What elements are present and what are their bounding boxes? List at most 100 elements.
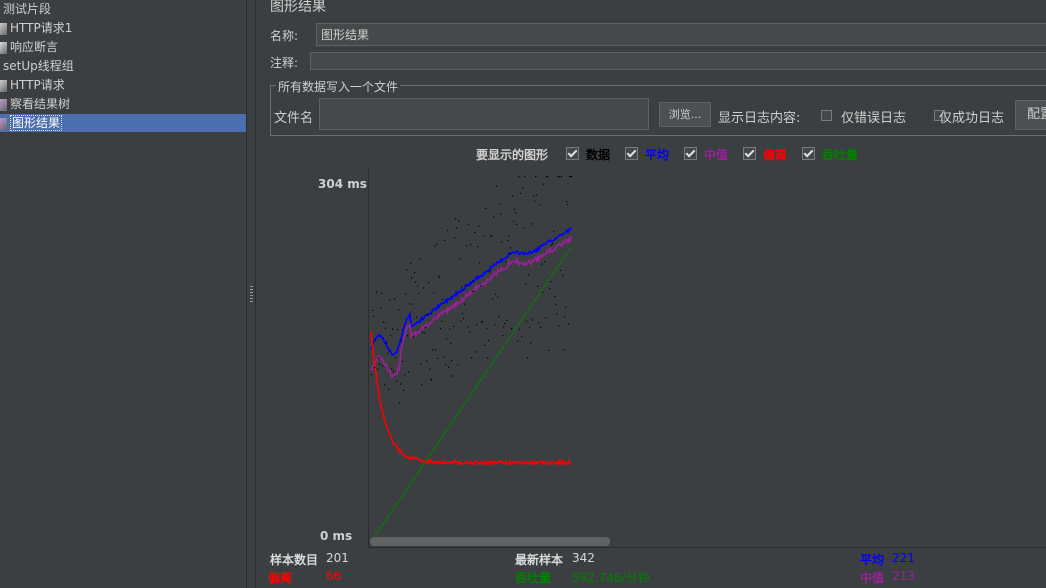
data-point	[479, 262, 481, 264]
data-point	[492, 298, 494, 300]
tree-item[interactable]: HTTP请求1	[0, 19, 72, 37]
data-point	[439, 276, 441, 279]
deviation-value: 66	[326, 569, 342, 583]
data-point	[504, 322, 506, 325]
name-field[interactable]: 图形结果	[316, 23, 1046, 46]
data-point	[457, 364, 459, 366]
sampler-icon	[0, 79, 7, 92]
graph-option-label: 中值	[704, 148, 729, 162]
data-point	[514, 208, 516, 210]
data-point	[511, 328, 513, 330]
test-plan-tree[interactable]: 测试片段 HTTP请求1 响应断言 setUp线程组 HTTP请求察看结果树 图形结果	[0, 0, 246, 588]
data-point	[400, 383, 402, 385]
sample-count-value: 201	[326, 551, 349, 565]
graph-horizontal-scrollbar[interactable]	[370, 537, 610, 546]
data-point	[534, 200, 536, 202]
data-point	[486, 327, 488, 330]
data-point	[563, 349, 565, 351]
series-line	[370, 246, 572, 543]
data-point	[480, 285, 482, 287]
data-point	[555, 304, 557, 306]
data-point	[381, 292, 383, 294]
divider-grip[interactable]	[250, 286, 253, 302]
graph-option-checkbox[interactable]	[625, 147, 638, 160]
data-point	[467, 326, 469, 328]
data-point	[397, 329, 399, 331]
data-point	[432, 349, 434, 351]
median-label: 中值	[860, 571, 885, 585]
data-point	[390, 334, 392, 336]
data-point	[462, 313, 464, 315]
data-point	[548, 349, 550, 351]
data-point	[525, 283, 527, 285]
data-point	[564, 316, 566, 318]
errors-only-label: 仅错误日志	[841, 111, 907, 126]
graph-option-label: 吞吐量	[822, 148, 859, 162]
data-point	[442, 298, 444, 301]
latest-sample-value: 342	[572, 551, 595, 565]
filename-input[interactable]	[319, 98, 649, 130]
data-point	[535, 176, 537, 178]
data-point	[476, 323, 478, 326]
data-point	[544, 260, 546, 263]
graph-option-checkbox[interactable]	[802, 147, 815, 160]
tree-item-label: HTTP请求	[10, 78, 65, 92]
browse-button[interactable]: 浏览...	[659, 102, 711, 127]
average-label: 平均	[860, 553, 885, 567]
data-point	[387, 352, 389, 354]
comment-field[interactable]	[310, 52, 1046, 70]
tree-item[interactable]: 察看结果树	[0, 95, 70, 113]
tree-item-label: 测试片段	[3, 2, 52, 16]
data-point	[428, 281, 430, 284]
config-button[interactable]: 配置	[1015, 100, 1046, 130]
data-point	[398, 309, 400, 311]
graph-option-checkbox[interactable]	[566, 147, 579, 160]
data-point	[413, 336, 415, 338]
data-point	[526, 320, 528, 322]
tree-item[interactable]: setUp线程组	[0, 57, 74, 75]
data-point	[427, 313, 429, 316]
data-point	[437, 357, 439, 359]
data-point	[501, 241, 503, 243]
graphs-to-display-label: 要显示的图形	[476, 148, 549, 162]
data-point	[496, 185, 498, 187]
data-point	[446, 338, 448, 340]
tree-item[interactable]: 响应断言	[0, 38, 58, 56]
data-point	[551, 244, 553, 246]
y-min-value: 0	[320, 529, 329, 543]
tree-item-label: HTTP请求1	[10, 21, 73, 35]
panel-title: 图形结果	[270, 0, 326, 15]
sample-count-label: 样本数目	[270, 553, 319, 567]
y-max-unit: ms	[347, 177, 367, 191]
data-point	[540, 326, 542, 328]
split-pane-divider[interactable]	[246, 0, 256, 588]
data-point	[558, 325, 560, 327]
tree-item[interactable]: HTTP请求	[0, 76, 65, 94]
data-point	[463, 317, 465, 320]
data-point	[487, 357, 489, 359]
data-point	[507, 240, 509, 242]
data-point	[561, 176, 563, 178]
data-point	[443, 356, 445, 358]
graph-option-checkbox[interactable]	[743, 147, 756, 160]
sampler-icon	[0, 22, 7, 35]
graph-option-checkbox[interactable]	[684, 147, 697, 160]
data-point	[399, 402, 401, 404]
data-point	[506, 319, 508, 322]
data-point	[550, 281, 552, 283]
data-point	[474, 231, 476, 234]
data-point	[568, 323, 570, 325]
tree-item-label: setUp线程组	[3, 59, 74, 73]
data-point	[562, 274, 564, 277]
data-point	[488, 339, 490, 342]
data-point	[416, 316, 418, 318]
listener-icon	[0, 98, 7, 111]
y-max-value: 304	[318, 177, 344, 191]
tree-item[interactable]: 图形结果	[0, 114, 246, 132]
data-point	[451, 359, 453, 362]
tree-item[interactable]: 测试片段	[0, 0, 51, 18]
data-point	[441, 320, 443, 323]
data-point	[470, 244, 472, 246]
errors-only-checkbox[interactable]	[821, 110, 832, 121]
data-point	[424, 332, 426, 334]
